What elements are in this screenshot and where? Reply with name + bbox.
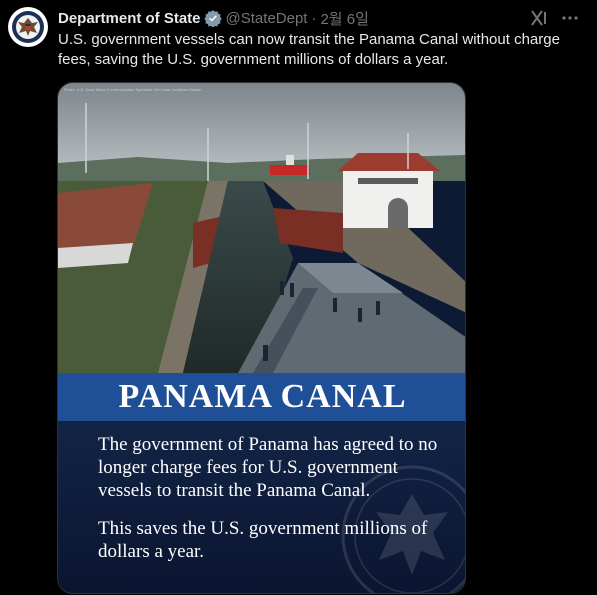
separator-dot: · [311, 9, 317, 27]
tweet[interactable]: Department of State @StateDept · 2월 6일 U… [0, 0, 597, 595]
tweet-text: U.S. government vessels can now transit … [58, 31, 560, 68]
tweet-date[interactable]: 2월 6일 [320, 8, 368, 29]
tweet-header: Department of State @StateDept · 2월 6일 [58, 8, 369, 28]
author-name[interactable]: Department of State [58, 10, 201, 27]
panama-canal-photo [58, 83, 465, 373]
info-paragraph-2: This saves the U.S. government millions … [98, 518, 428, 562]
banner-title: PANAMA CANAL [118, 378, 407, 415]
tweet-media-card[interactable]: Photo: U.S. Navy Mass Communication Spec… [57, 82, 466, 594]
grok-icon[interactable] [529, 8, 549, 28]
photo-credit: Photo: U.S. Navy Mass Communication Spec… [64, 87, 202, 92]
info-panel: The government of Panama has agreed to n… [58, 421, 465, 593]
more-options-icon[interactable] [560, 8, 580, 28]
author-handle[interactable]: @StateDept [226, 10, 308, 27]
info-paragraph-1: The government of Panama has agreed to n… [98, 434, 438, 501]
title-banner: PANAMA CANAL [58, 373, 465, 421]
state-department-seal-icon[interactable] [8, 7, 48, 47]
verified-badge-icon [203, 10, 222, 27]
